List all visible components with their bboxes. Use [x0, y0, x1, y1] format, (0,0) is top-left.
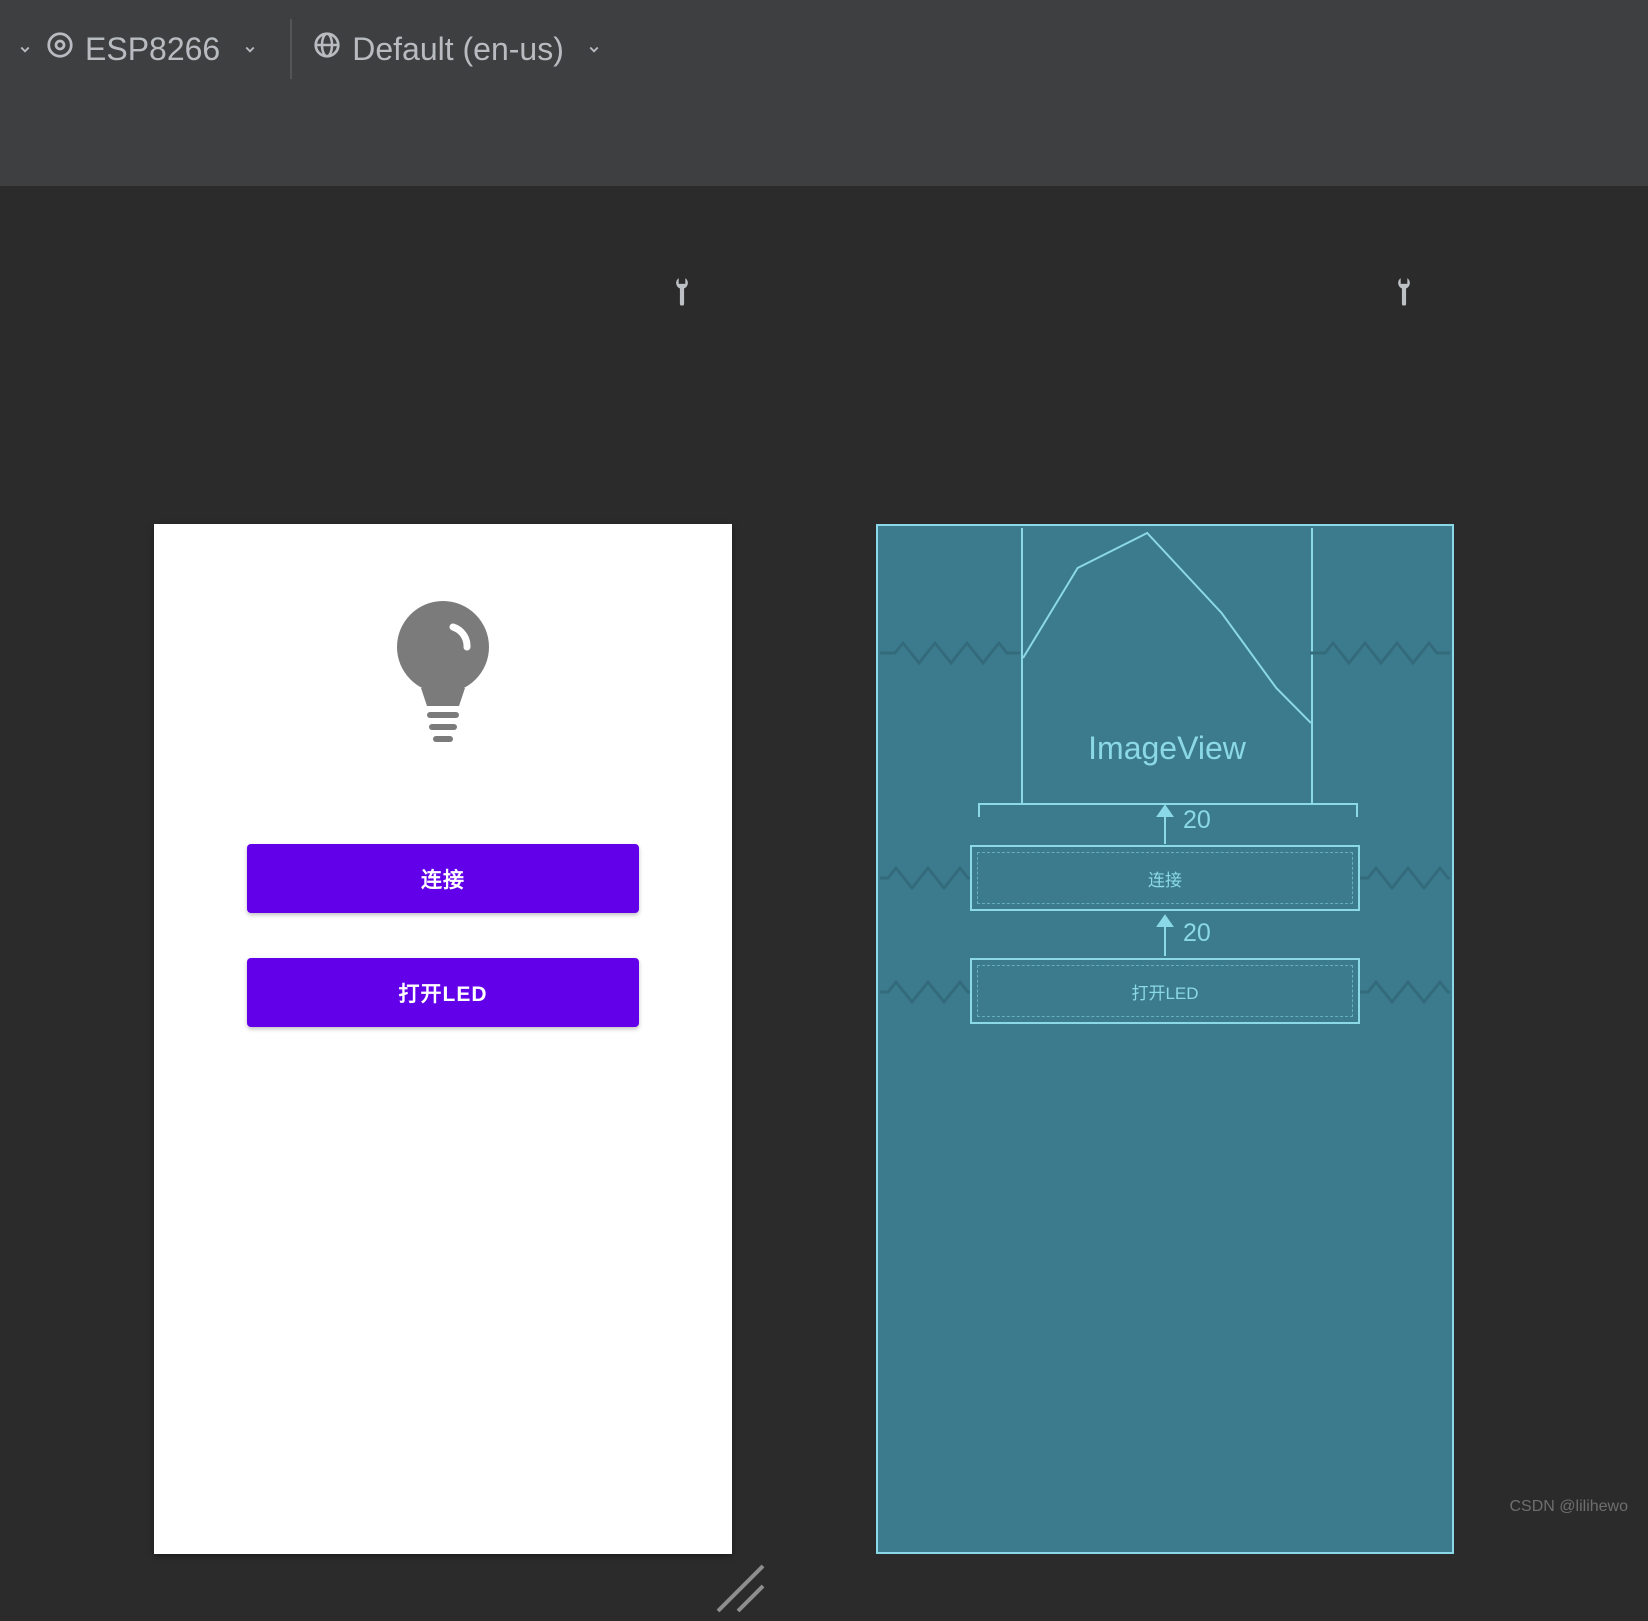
locale-selector[interactable]: Default (en-us) — [312, 30, 614, 68]
blueprint-imageview-label: ImageView — [1023, 730, 1311, 767]
constraint-spring-icon — [1360, 980, 1450, 1004]
blueprint-preview-frame[interactable]: ImageView 20 连接 20 打开LED — [876, 524, 1454, 1554]
target-icon — [45, 30, 75, 68]
watermark-text: CSDN @lilihewo — [1510, 1498, 1629, 1516]
blueprint-tick — [978, 803, 980, 817]
blueprint-button-inner — [977, 965, 1353, 1017]
blueprint-margin-value: 20 — [1183, 919, 1211, 948]
device-label: ESP8266 — [85, 31, 220, 68]
blueprint-connect-button[interactable]: 连接 — [970, 845, 1360, 911]
constraint-spring-icon — [1360, 866, 1450, 890]
device-selector[interactable]: ESP8266 — [45, 30, 270, 68]
design-canvas[interactable]: 连接 打开LED ImageView — [0, 186, 1648, 1524]
blueprint-margin-value: 20 — [1183, 806, 1211, 835]
locale-label: Default (en-us) — [352, 31, 564, 68]
button-label: 打开LED — [399, 978, 488, 1008]
toggle-led-button[interactable]: 打开LED — [247, 958, 639, 1027]
blueprint-imageview[interactable]: ImageView — [1021, 528, 1313, 803]
chevron-down-icon[interactable] — [13, 37, 37, 61]
constraint-vertical-icon — [1145, 914, 1185, 956]
wrench-icon[interactable] — [1394, 276, 1414, 308]
lightbulb-icon — [383, 592, 503, 752]
blueprint-tick — [1356, 803, 1358, 817]
design-preview-frame[interactable]: 连接 打开LED — [154, 524, 732, 1554]
connect-button[interactable]: 连接 — [247, 844, 639, 913]
chevron-down-icon — [582, 37, 606, 61]
constraint-spring-icon — [880, 866, 970, 890]
chevron-down-icon — [238, 37, 262, 61]
toolbar-divider — [290, 19, 292, 79]
toolbar: ESP8266 Default (en-us) — [0, 0, 1648, 100]
constraint-spring-icon — [880, 641, 1020, 665]
constraint-spring-icon — [880, 980, 970, 1004]
wrench-icon[interactable] — [672, 276, 692, 308]
resize-handle-icon[interactable] — [708, 1556, 768, 1616]
secondary-toolbar — [0, 98, 1648, 188]
globe-icon — [312, 30, 342, 68]
blueprint-toggle-led-button[interactable]: 打开LED — [970, 958, 1360, 1024]
constraint-spring-icon — [1310, 641, 1450, 665]
constraint-vertical-icon — [1145, 804, 1185, 844]
blueprint-button-inner — [977, 852, 1353, 904]
button-label: 连接 — [421, 864, 465, 894]
